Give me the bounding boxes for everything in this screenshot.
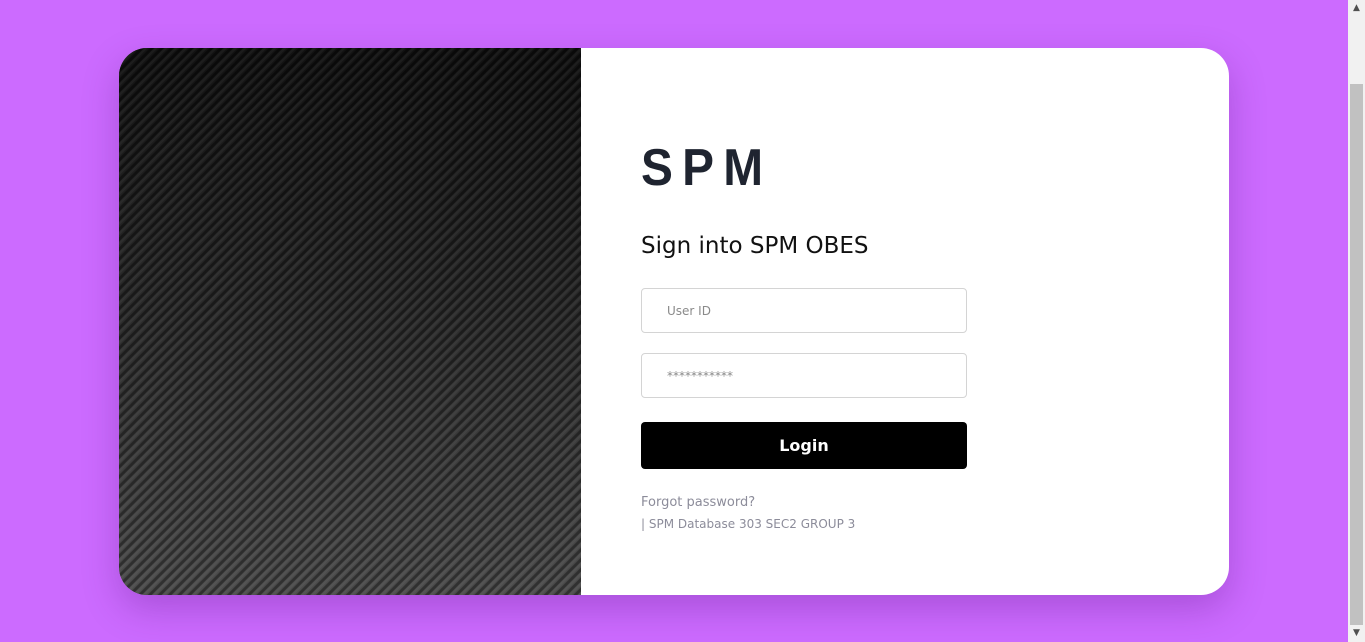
forgot-password-link[interactable]: Forgot password? bbox=[641, 495, 755, 510]
user-id-input[interactable] bbox=[641, 288, 967, 333]
brand-logo: SPM bbox=[641, 139, 773, 197]
login-button[interactable]: Login bbox=[641, 422, 967, 469]
password-input[interactable] bbox=[641, 353, 967, 398]
page-title: Sign into SPM OBES bbox=[641, 233, 869, 259]
footer-note: | SPM Database 303 SEC2 GROUP 3 bbox=[641, 517, 856, 531]
page-background: SPM Sign into SPM OBES Login Forgot pass… bbox=[0, 0, 1348, 642]
vertical-scrollbar[interactable]: ▲ ▼ bbox=[1348, 0, 1365, 642]
scroll-down-icon[interactable]: ▼ bbox=[1348, 625, 1365, 642]
scrollbar-thumb[interactable] bbox=[1350, 84, 1363, 625]
scroll-up-icon[interactable]: ▲ bbox=[1348, 0, 1365, 17]
login-form: SPM Sign into SPM OBES Login Forgot pass… bbox=[641, 48, 1041, 595]
carbon-fiber-panel bbox=[119, 48, 581, 595]
login-card: SPM Sign into SPM OBES Login Forgot pass… bbox=[119, 48, 1229, 595]
